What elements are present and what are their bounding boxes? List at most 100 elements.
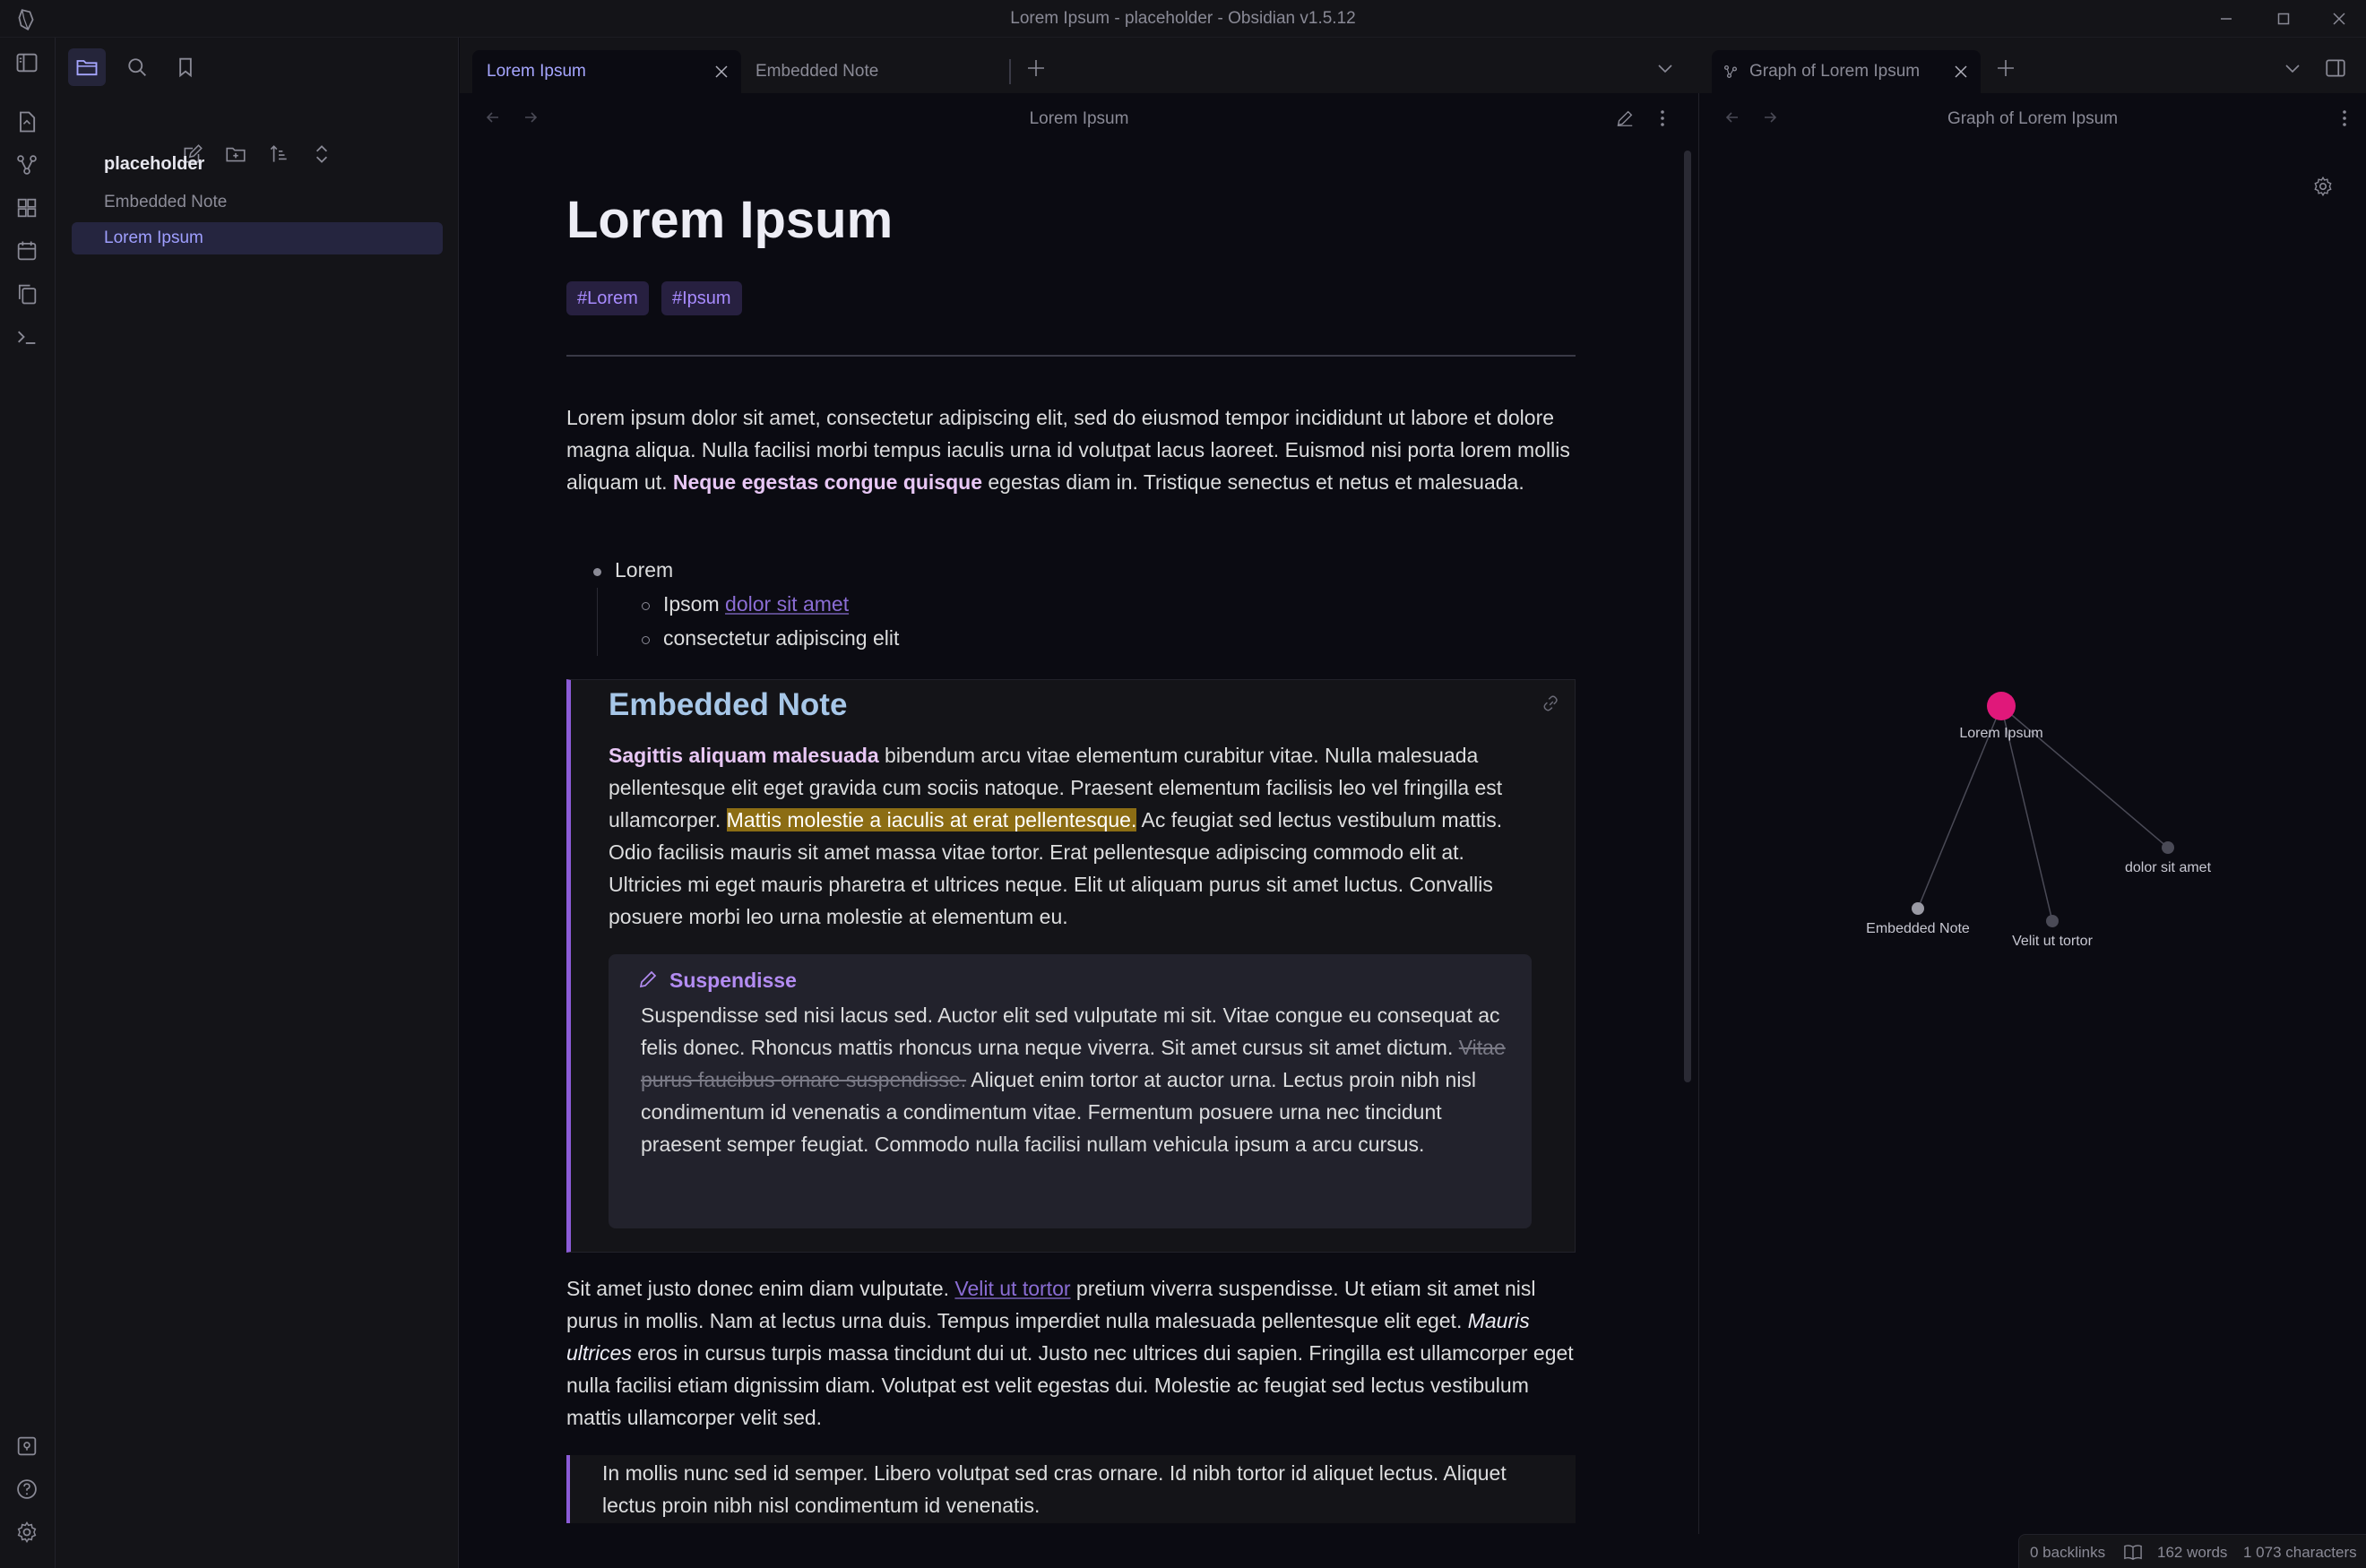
file-switch-icon [20,111,36,133]
open-canvas-button[interactable] [13,194,41,222]
toggle-right-sidebar-button[interactable] [2321,54,2350,82]
pencil-icon [639,970,657,988]
calendar-icon [17,241,37,261]
graph-icon [17,155,37,175]
tab-list-button-right[interactable] [2278,54,2307,82]
intro-text-end: egestas diam in. Tristique senectus et n… [982,470,1524,494]
highlighted-text: Mattis molestie a iaculis at erat pellen… [726,808,1137,831]
gear-icon [17,1521,37,1543]
open-graph-view-button[interactable] [13,151,41,179]
note-title: Lorem Ipsum [566,191,894,249]
status-bar: 0 backlinks 162 words 1 073 characters [2018,1534,2366,1568]
terminal-icon [18,331,36,344]
collapse-all-button[interactable] [306,138,338,170]
graph-node-velit-ut-tortor[interactable] [2046,915,2059,927]
minimize-button[interactable] [2199,5,2253,32]
canvas-icon [17,198,37,218]
callout-text: Suspendisse sed nisi lacus sed. Auctor e… [641,999,1519,1160]
close-icon [1955,65,1967,78]
file-item-embedded-note[interactable]: Embedded Note [72,186,443,219]
more-options-button[interactable] [1648,104,1677,133]
backlinks-count[interactable]: 0 backlinks [2030,1544,2105,1562]
internal-link-dolor-sit-amet[interactable]: dolor sit amet [725,592,849,616]
file-item-lorem-ipsum[interactable]: Lorem Ipsum [72,222,443,254]
bookmarks-tab-button[interactable] [167,48,204,86]
graph-label-lorem-ipsum: Lorem Ipsum [1959,726,2043,741]
embedded-note[interactable]: Embedded Note Sagittis aliquam malesuada… [566,679,1576,1253]
plus-icon [1998,60,2014,76]
list-item-consectetur: consectetur adipiscing elit [663,626,900,650]
horizontal-rule [566,355,1576,357]
open-command-palette-button[interactable] [13,323,41,351]
vault-name[interactable]: placeholder [104,154,204,175]
tag-ipsum[interactable]: #Ipsum [661,281,742,315]
graph-node-lorem-ipsum[interactable] [1987,692,2016,720]
list-item-ipsom: Ipsom dolor sit amet [663,588,849,620]
open-daily-note-button[interactable] [13,237,41,265]
tab-label: Graph of Lorem Ipsum [1749,62,1921,81]
close-window-button[interactable] [2312,5,2366,32]
link-icon [1543,695,1558,711]
graph-label-dolor-sit-amet: dolor sit amet [2124,860,2212,875]
list-bullet [642,602,650,610]
maximize-button[interactable] [2257,5,2310,32]
search-tab-button[interactable] [118,48,156,86]
book-open-icon[interactable] [2123,1543,2143,1561]
settings-button[interactable] [13,1518,41,1546]
list-bullet [593,568,601,576]
sort-order-button[interactable] [263,138,295,170]
tab-lorem-ipsum[interactable]: Lorem Ipsum [472,50,741,93]
close-icon [715,65,728,78]
new-tab-button-right[interactable] [1991,54,2020,82]
chevron-down-icon [2285,65,2300,73]
close-tab-button[interactable] [711,50,732,93]
close-icon [2333,13,2345,25]
sidebar-tab-header [56,38,459,95]
embed-title: Embedded Note [609,687,848,722]
list-item-lorem: Lorem [615,558,674,582]
editor-scrollbar[interactable] [1684,151,1691,1082]
search-icon [128,58,146,76]
open-embed-link-button[interactable] [1539,691,1564,716]
graph-icon [1723,65,1738,79]
blockquote-text: In mollis nunc sed id semper. Libero vol… [602,1461,1507,1517]
tab-list-button[interactable] [1651,54,1680,82]
character-count: 1 073 characters [2243,1544,2357,1561]
folder-icon [76,60,98,76]
list-bullet [642,636,650,644]
insert-template-button[interactable] [13,280,41,308]
help-icon [17,1479,37,1499]
minimize-icon [2221,18,2232,20]
sidebar-right-icon [2326,59,2345,77]
open-quick-switcher-button[interactable] [13,108,41,136]
callout-title: Suspendisse [669,969,797,992]
tab-embedded-note[interactable]: Embedded Note [741,50,1010,93]
new-folder-button[interactable] [220,138,252,170]
toggle-left-sidebar-button[interactable] [13,48,41,77]
graph-node-embedded-note[interactable] [1912,902,1924,915]
bookmark-icon [179,57,192,78]
graph-canvas[interactable] [1698,93,2366,1527]
list-item-text: Ipsom [663,592,726,616]
tab-label: Embedded Note [756,62,879,81]
help-button[interactable] [13,1475,41,1503]
callout-text-a: Suspendisse sed nisi lacus sed. Auctor e… [641,1004,1500,1059]
window-title: Lorem Ipsum - placeholder - Obsidian v1.… [1010,9,1356,28]
embed-paragraph: Sagittis aliquam malesuada bibendum arcu… [609,739,1541,933]
folder-plus-icon [226,147,246,162]
editor-header-title[interactable]: Lorem Ipsum [460,109,1698,129]
files-tab-button[interactable] [68,48,106,86]
graph-label-velit-ut-tortor: Velit ut tortor [2012,934,2093,949]
open-another-vault-button[interactable] [13,1432,41,1460]
graph-node-dolor-sit-amet[interactable] [2162,841,2174,854]
left-ribbon [0,38,56,1568]
indent-guide [597,588,598,656]
new-tab-button[interactable] [1022,54,1050,82]
tag-lorem[interactable]: #Lorem [566,281,649,315]
tab-graph-of-lorem-ipsum[interactable]: Graph of Lorem Ipsum [1712,50,1981,93]
internal-link-velit-ut-tortor[interactable]: Velit ut tortor [954,1277,1070,1300]
pencil-icon [1617,110,1633,126]
close-tab-button[interactable] [1950,50,1972,93]
edit-mode-button[interactable] [1610,104,1639,133]
chevrons-up-down-icon [315,145,328,163]
